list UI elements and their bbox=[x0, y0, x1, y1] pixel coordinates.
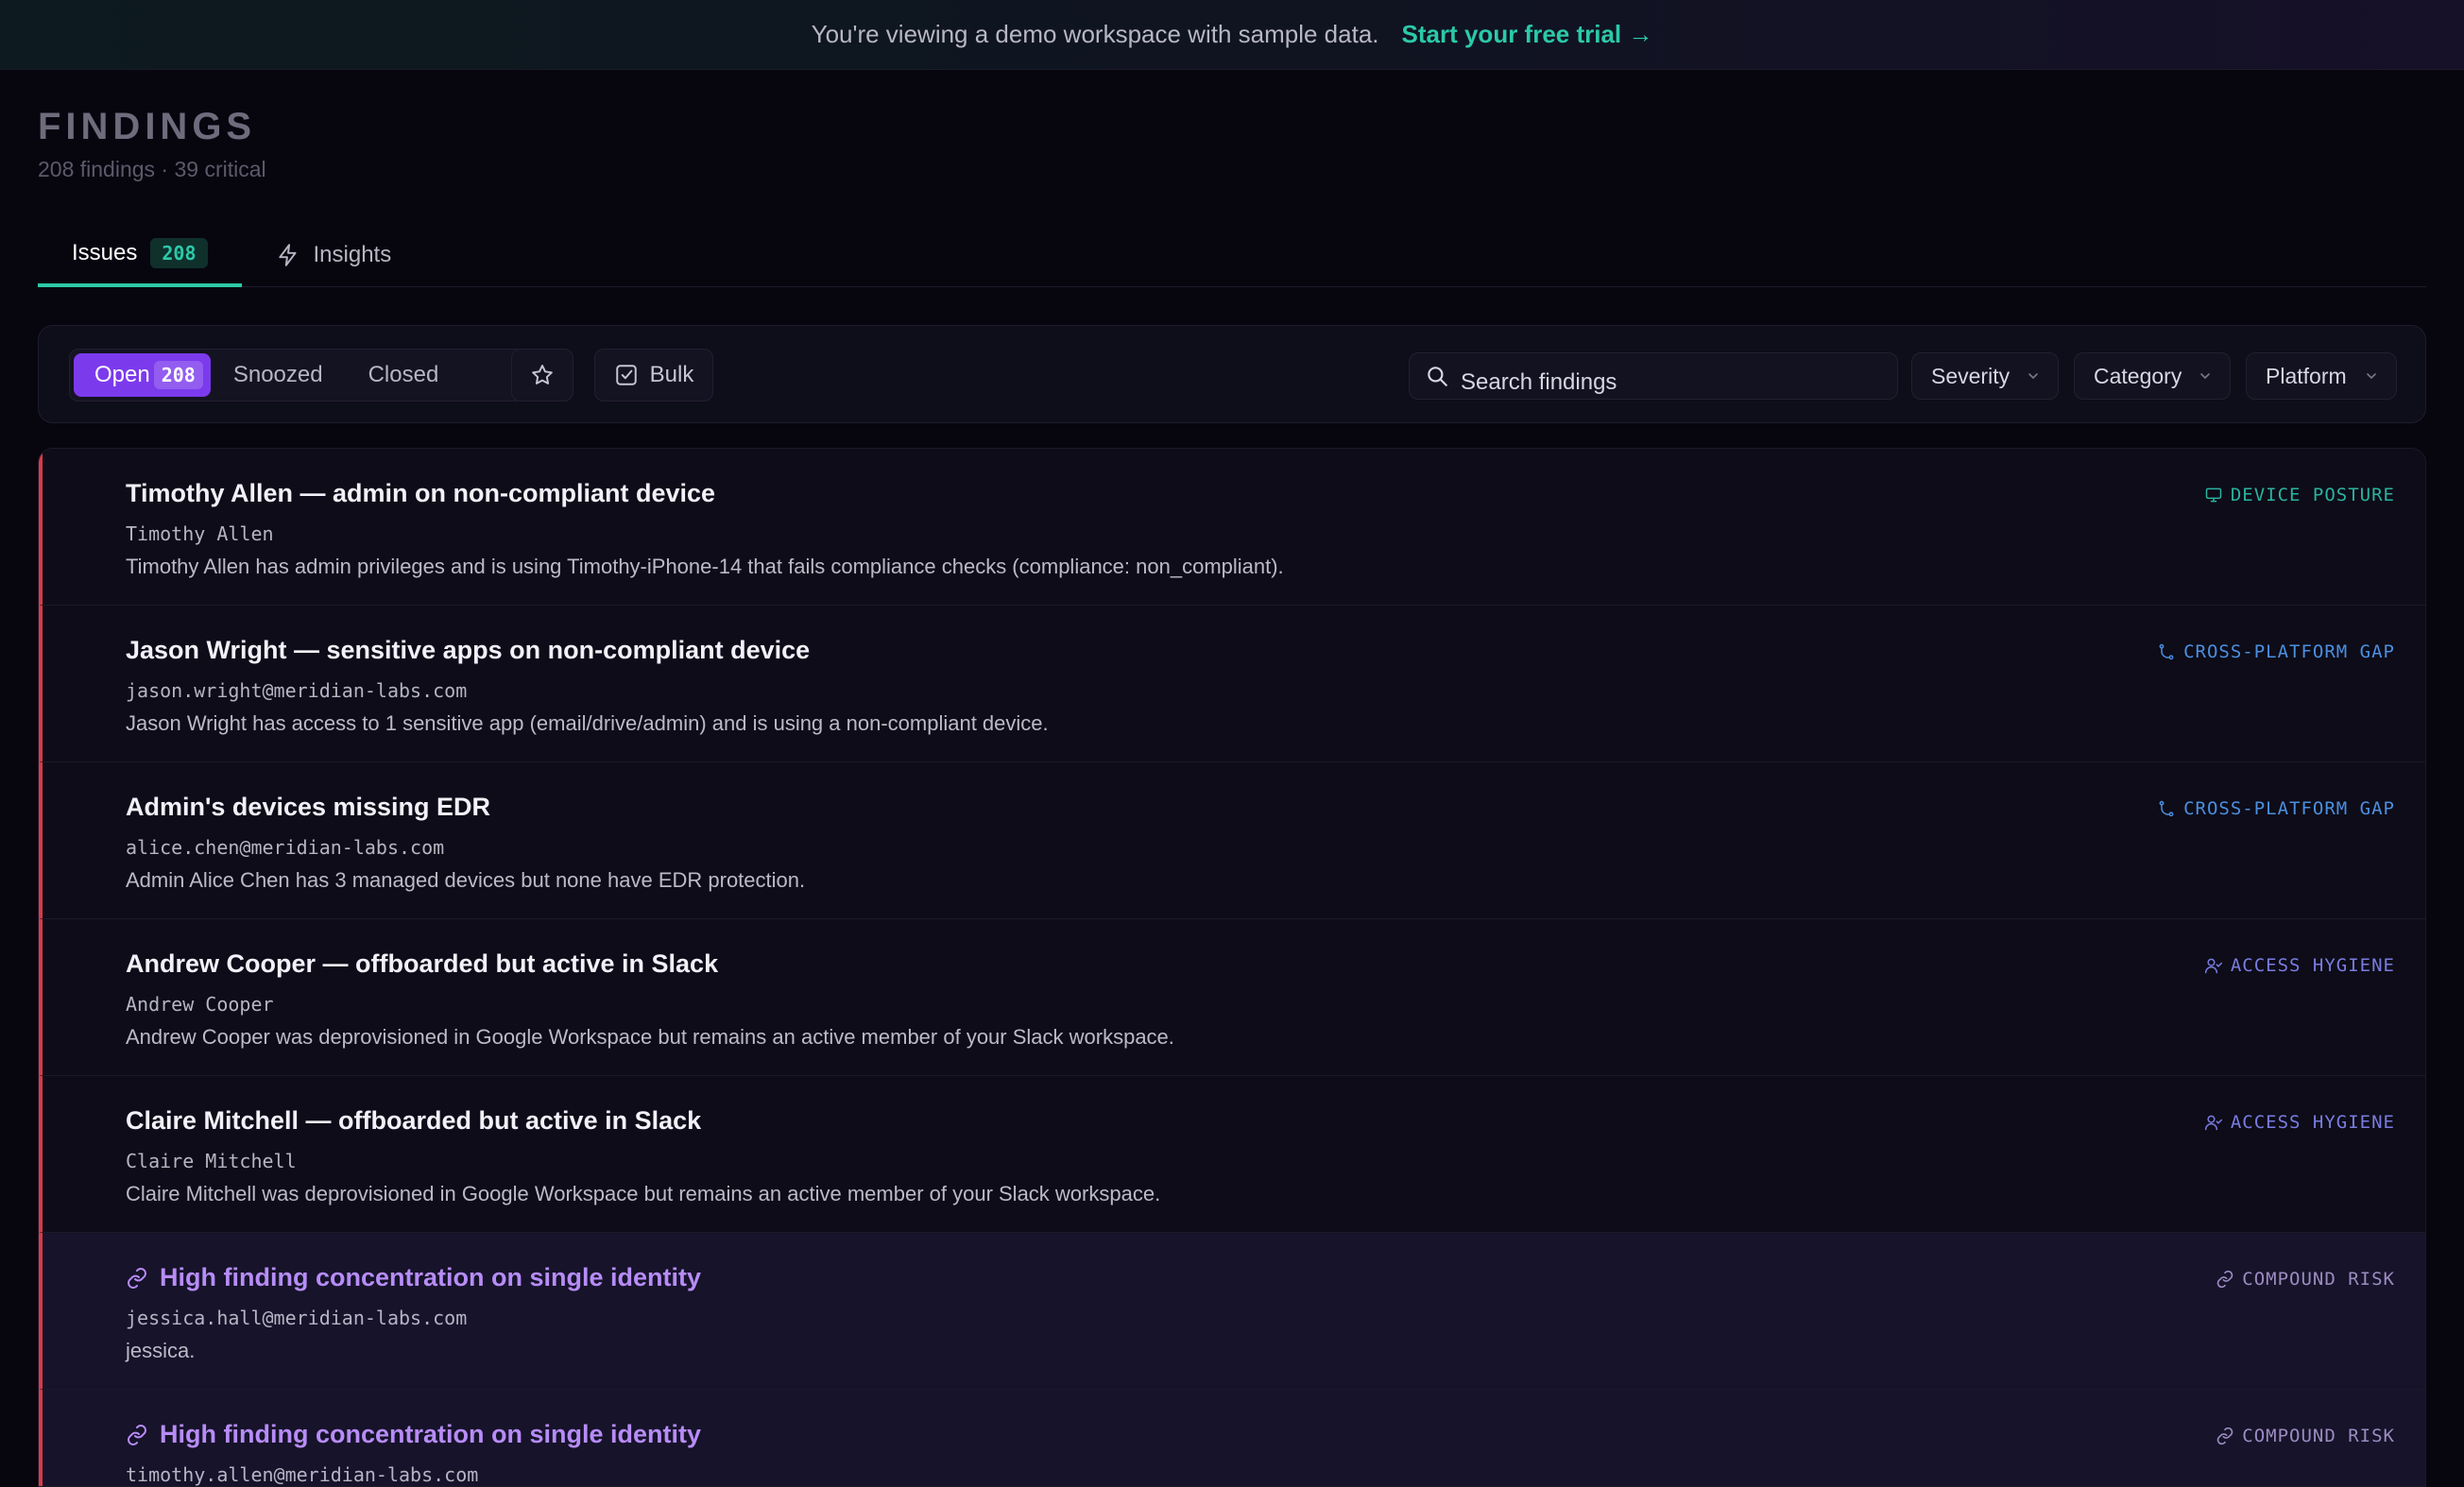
finding-row[interactable]: Jason Wright — sensitive apps on non-com… bbox=[39, 606, 2425, 762]
git-branch-icon bbox=[2159, 800, 2174, 817]
finding-category: CROSS-PLATFORM GAP bbox=[2157, 798, 2395, 819]
status-open-button[interactable]: Open 208 bbox=[74, 353, 211, 397]
finding-description: Andrew Cooper was deprovisioned in Googl… bbox=[126, 1025, 1174, 1049]
bolt-icon bbox=[278, 244, 297, 266]
finding-subject: timothy.allen@meridian-labs.com bbox=[126, 1463, 479, 1486]
findings-list: Timothy Allen — admin on non-compliant d… bbox=[38, 448, 2426, 1487]
finding-row[interactable]: Timothy Allen — admin on non-compliant d… bbox=[39, 449, 2425, 606]
finding-category-label: ACCESS HYGIENE bbox=[2230, 1112, 2395, 1133]
status-open-count: 208 bbox=[153, 361, 203, 389]
banner-message: You're viewing a demo workspace with sam… bbox=[811, 20, 1379, 48]
finding-row[interactable]: Claire Mitchell — offboarded but active … bbox=[39, 1076, 2425, 1233]
filter-bar: Open 208 Snoozed Closed Bulk Severity Ca… bbox=[38, 325, 2426, 423]
finding-subject: Timothy Allen bbox=[126, 522, 274, 545]
finding-description: Claire Mitchell was deprovisioned in Goo… bbox=[126, 1182, 1161, 1205]
finding-description: Admin Alice Chen has 3 managed devices b… bbox=[126, 868, 806, 892]
finding-title: Jason Wright — sensitive apps on non-com… bbox=[126, 636, 811, 664]
finding-title-text: High finding concentration on single ide… bbox=[160, 1420, 701, 1448]
tab-issues-badge: 208 bbox=[150, 238, 208, 268]
tab-issues-label: Issues bbox=[72, 240, 138, 265]
checkbox-icon bbox=[615, 365, 637, 385]
category-dropdown[interactable]: Category bbox=[2074, 352, 2231, 400]
severity-dropdown[interactable]: Severity bbox=[1911, 352, 2059, 400]
starred-filter-button[interactable] bbox=[511, 349, 573, 402]
user-check-icon bbox=[2204, 1115, 2222, 1131]
finding-category: ACCESS HYGIENE bbox=[2204, 955, 2395, 976]
tab-issues[interactable]: Issues 208 bbox=[38, 223, 242, 287]
finding-description: Jason Wright has access to 1 sensitive a… bbox=[126, 711, 1049, 735]
finding-category: COMPOUND RISK bbox=[2216, 1269, 2395, 1290]
finding-subject: jessica.hall@meridian-labs.com bbox=[126, 1307, 468, 1329]
finding-title-text: High finding concentration on single ide… bbox=[160, 1263, 701, 1291]
chevron-down-icon bbox=[2200, 373, 2210, 380]
finding-subject: alice.chen@meridian-labs.com bbox=[126, 836, 445, 859]
finding-title: Timothy Allen — admin on non-compliant d… bbox=[126, 479, 716, 507]
search-box bbox=[1409, 352, 1898, 400]
star-icon bbox=[532, 365, 553, 385]
severity-dropdown-label: Severity bbox=[1931, 363, 2011, 388]
page-title: FINDINGS bbox=[38, 106, 257, 147]
search-icon bbox=[1428, 367, 1447, 386]
bulk-button[interactable]: Bulk bbox=[594, 349, 713, 402]
link-icon bbox=[128, 1267, 146, 1289]
finding-row[interactable]: Admin's devices missing EDR alice.chen@m… bbox=[39, 762, 2425, 919]
finding-subject: Claire Mitchell bbox=[126, 1150, 297, 1172]
tab-insights[interactable]: Insights bbox=[242, 223, 426, 287]
finding-title: Claire Mitchell — offboarded but active … bbox=[126, 1106, 702, 1135]
category-dropdown-label: Category bbox=[2094, 363, 2182, 388]
tab-insights-label: Insights bbox=[313, 242, 392, 267]
status-open-label: Open bbox=[94, 362, 150, 387]
demo-banner: You're viewing a demo workspace with sam… bbox=[0, 0, 2464, 70]
search-input[interactable] bbox=[1461, 356, 1882, 396]
finding-title: Admin's devices missing EDR bbox=[126, 793, 491, 821]
finding-subject: jason.wright@meridian-labs.com bbox=[126, 679, 468, 702]
finding-category-label: CROSS-PLATFORM GAP bbox=[2183, 798, 2395, 819]
platform-dropdown-label: Platform bbox=[2266, 363, 2347, 388]
finding-category-label: DEVICE POSTURE bbox=[2230, 485, 2395, 505]
git-branch-icon bbox=[2159, 643, 2174, 660]
finding-row[interactable]: High finding concentration on single ide… bbox=[39, 1233, 2425, 1390]
bulk-label: Bulk bbox=[649, 362, 694, 387]
monitor-icon bbox=[2205, 487, 2222, 503]
link-icon bbox=[2216, 1270, 2233, 1289]
status-closed-button[interactable]: Closed bbox=[346, 353, 462, 397]
finding-category-label: COMPOUND RISK bbox=[2242, 1426, 2395, 1446]
finding-category: ACCESS HYGIENE bbox=[2204, 1112, 2395, 1133]
finding-category-label: COMPOUND RISK bbox=[2242, 1269, 2395, 1290]
finding-category-label: ACCESS HYGIENE bbox=[2230, 955, 2395, 976]
status-segmented-control: Open 208 Snoozed Closed bbox=[69, 349, 526, 402]
finding-title: Andrew Cooper — offboarded but active in… bbox=[126, 949, 719, 978]
finding-title: High finding concentration on single ide… bbox=[126, 1263, 701, 1292]
finding-category: DEVICE POSTURE bbox=[2204, 485, 2395, 505]
user-check-icon bbox=[2204, 958, 2222, 974]
start-trial-link[interactable]: Start your free trial → bbox=[1402, 20, 1653, 49]
platform-dropdown[interactable]: Platform bbox=[2246, 352, 2397, 400]
chevron-down-icon bbox=[2367, 373, 2376, 380]
link-icon bbox=[128, 1424, 146, 1445]
finding-category-label: CROSS-PLATFORM GAP bbox=[2183, 641, 2395, 662]
tab-bar: Issues 208 Insights bbox=[38, 223, 2426, 287]
status-snoozed-button[interactable]: Snoozed bbox=[211, 353, 346, 397]
page-subtitle: 208 findings · 39 critical bbox=[38, 157, 266, 181]
finding-description: jessica. bbox=[126, 1339, 196, 1362]
finding-title: High finding concentration on single ide… bbox=[126, 1420, 701, 1449]
chevron-down-icon bbox=[2028, 373, 2038, 380]
finding-row[interactable]: High finding concentration on single ide… bbox=[39, 1390, 2425, 1486]
finding-row[interactable]: Andrew Cooper — offboarded but active in… bbox=[39, 919, 2425, 1076]
finding-subject: Andrew Cooper bbox=[126, 993, 274, 1016]
finding-description: Timothy Allen has admin privileges and i… bbox=[126, 555, 1284, 578]
link-icon bbox=[2216, 1427, 2233, 1445]
finding-category: COMPOUND RISK bbox=[2216, 1426, 2395, 1446]
finding-category: CROSS-PLATFORM GAP bbox=[2157, 641, 2395, 662]
